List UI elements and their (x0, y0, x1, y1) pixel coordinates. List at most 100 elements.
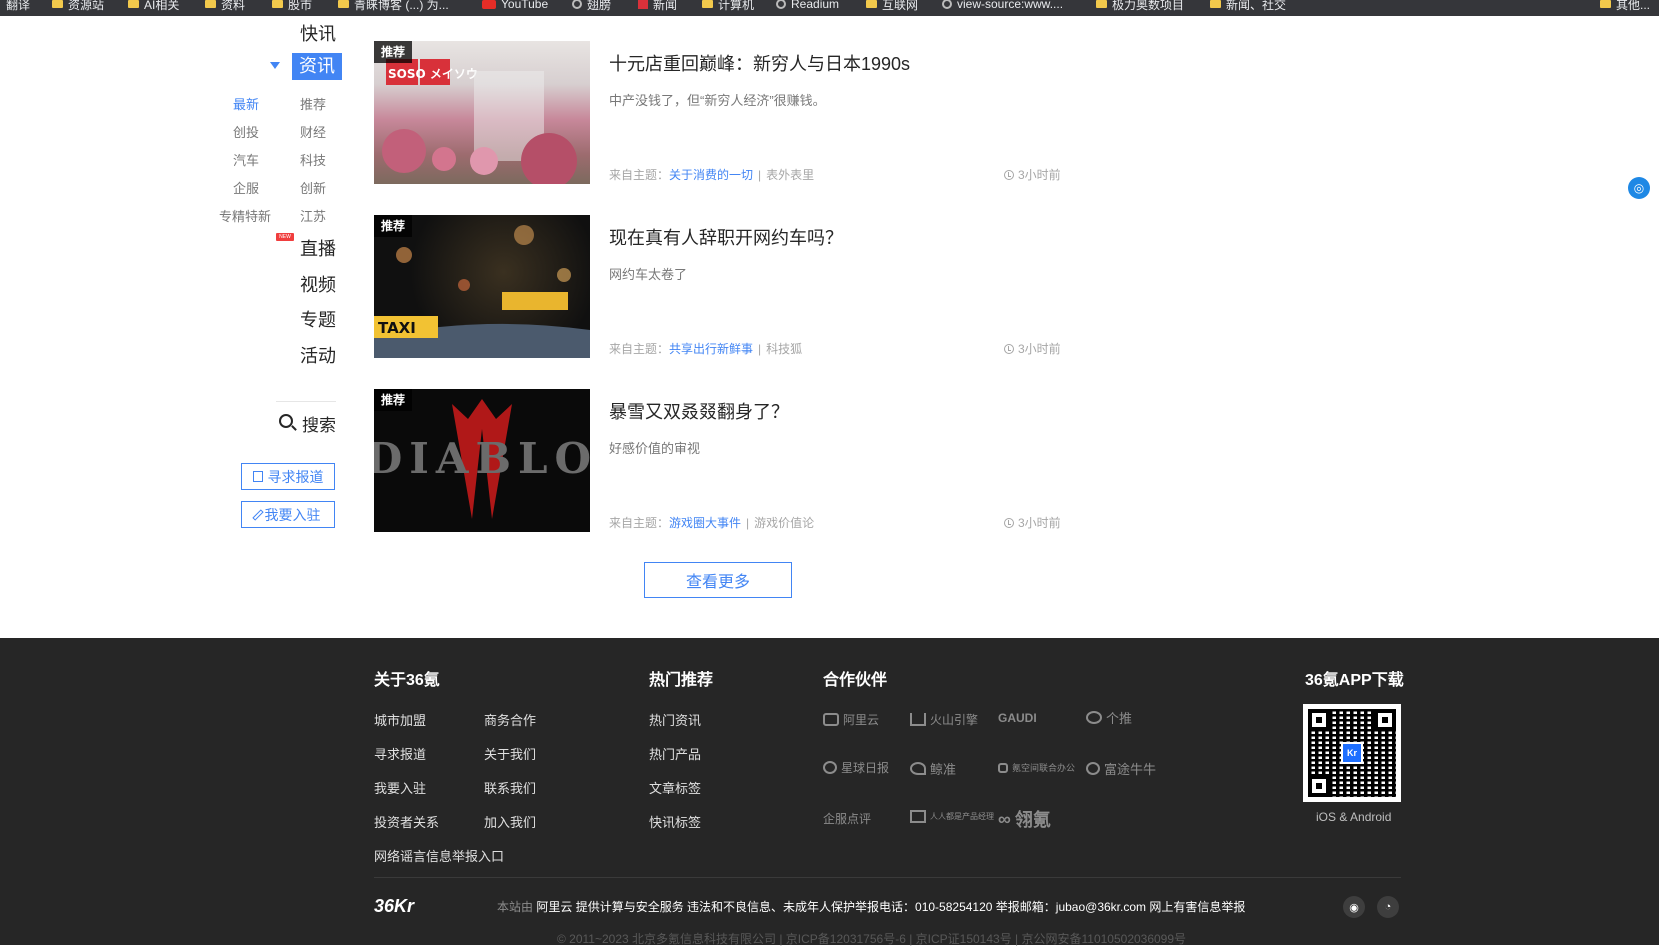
subnav-jiangsu[interactable]: 江苏 (300, 206, 326, 225)
bookmark-item[interactable]: 翅膀 (572, 0, 611, 12)
bookmark-item[interactable]: Readium (776, 0, 839, 12)
load-more-button[interactable]: 查看更多 (644, 562, 792, 598)
bookmark-label: AI相关 (144, 0, 180, 12)
partner-name: GAUDI (998, 711, 1037, 725)
partner-logo[interactable]: 火山引擎 (910, 711, 978, 728)
subnav-chuangtou[interactable]: 创投 (233, 122, 259, 141)
bookmark-label: 翅膀 (587, 0, 612, 12)
bookmark-item[interactable]: 股市 (272, 0, 312, 12)
site-icon (776, 0, 786, 9)
bookmark-label: 股市 (288, 0, 313, 12)
article-title[interactable]: 现在真有人辞职开网约车吗？ (609, 224, 843, 250)
search-link[interactable]: 搜索 (302, 411, 336, 436)
topic-link[interactable]: 关于消费的一切 (669, 168, 753, 182)
bookmark-item[interactable]: 青睐博客 (...) 为... (338, 0, 449, 12)
bookmark-label: 极力奥数项目 (1112, 0, 1185, 12)
partner-logo[interactable]: GAUDI (998, 711, 1037, 725)
partner-logo[interactable]: 鲸准 (910, 759, 956, 778)
app-qrcode: Kr (1303, 704, 1401, 802)
article-title[interactable]: 暴雪又双叒叕翻身了？ (609, 398, 789, 424)
bookmark-item[interactable]: 极力奥数项目 (1096, 0, 1184, 12)
partner-logo[interactable]: 氪空间联合办公 (998, 761, 1075, 774)
bookmark-item[interactable]: view-source:www.... (942, 0, 1063, 12)
partner-logo[interactable]: 人人都是产品经理 (910, 810, 994, 823)
subnav-finance[interactable]: 财经 (300, 122, 326, 141)
bookmark-item[interactable]: 新闻、社交 (1210, 0, 1286, 12)
footer-link[interactable]: 快讯标签 (649, 812, 701, 831)
footer-link[interactable]: 我要入驻 (374, 778, 426, 797)
app-platforms: iOS & Android (1316, 810, 1392, 824)
bookmark-item[interactable]: 其他... (1600, 0, 1650, 12)
author-link[interactable]: 科技狐 (766, 342, 802, 356)
partner-logo[interactable]: 企服点评 (823, 810, 871, 827)
article-title[interactable]: 十元店重回巅峰：新穷人与日本1990s (609, 50, 910, 76)
article-thumbnail[interactable]: SOSO メイソウ 推荐 (374, 41, 590, 184)
bookmark-item[interactable]: 资源站 (52, 0, 104, 12)
assistant-icon[interactable]: ◎ (1628, 177, 1650, 199)
join-label: 我要入驻 (264, 506, 321, 523)
seek-coverage-button[interactable]: 寻求报道 (241, 463, 335, 490)
bookmark-item[interactable]: 互联网 (866, 0, 918, 12)
subnav-recommend[interactable]: 推荐 (300, 94, 326, 113)
partner-logo[interactable]: ∞ 翎氪 (998, 806, 1051, 832)
subnav-innovation[interactable]: 创新 (300, 178, 326, 197)
subnav-auto[interactable]: 汽车 (233, 150, 259, 169)
futu-icon (1086, 762, 1100, 775)
footer-link[interactable]: 热门资讯 (649, 710, 701, 729)
bookmark-item[interactable]: 资料 (205, 0, 245, 12)
author-link[interactable]: 游戏价值论 (754, 516, 814, 530)
author-link[interactable]: 表外表里 (766, 168, 814, 182)
bookmark-item[interactable]: 翻译 (6, 0, 30, 12)
footer-link[interactable]: 联系我们 (484, 778, 536, 797)
partner-name: 氪空间联合办公 (1012, 763, 1076, 773)
nav-item-video[interactable]: 视频 (300, 271, 336, 297)
topic-link[interactable]: 游戏圈大事件 (669, 516, 741, 530)
notice-text[interactable]: 阿里云 提供计算与安全服务 违法和不良信息、未成年人保护举报电话：010-582… (536, 900, 1245, 914)
rss-icon[interactable]: ◔ (1377, 896, 1399, 918)
footer-link[interactable]: 投资者关系 (374, 812, 439, 831)
nav-item-topics[interactable]: 专题 (300, 306, 336, 332)
bookmark-item[interactable]: 计算机 (702, 0, 754, 12)
footer-link[interactable]: 商务合作 (484, 710, 536, 729)
clock-icon (1004, 343, 1014, 354)
article-thumbnail[interactable]: DIABLO 推荐 (374, 389, 590, 532)
from-label: 来自主题： (609, 342, 670, 356)
bookmarks-bar: 翻译 资源站 AI相关 资料 股市 青睐博客 (...) 为... YouTub… (0, 0, 1659, 16)
bookmark-label: 青睐博客 (...) 为... (354, 0, 449, 12)
article-thumbnail[interactable]: TAXI 推荐 (374, 215, 590, 358)
bookmark-item[interactable]: AI相关 (128, 0, 179, 12)
join-button[interactable]: 我要入驻 (241, 501, 335, 528)
footer-link[interactable]: 寻求报道 (374, 744, 426, 763)
bookmark-item[interactable]: 新闻 (638, 0, 677, 12)
weibo-icon[interactable]: ◉ (1343, 896, 1365, 918)
footer-link[interactable]: 城市加盟 (374, 710, 426, 729)
bookmark-label: 互联网 (882, 0, 919, 12)
nav-item-kuaixun[interactable]: 快讯 (300, 20, 336, 46)
site-icon (572, 0, 582, 9)
nav-item-events[interactable]: 活动 (300, 342, 336, 368)
partner-logo[interactable]: 富途牛牛 (1086, 759, 1156, 778)
partner-logo[interactable]: 阿里云 (823, 711, 879, 728)
search-icon[interactable] (279, 414, 293, 428)
folder-icon (205, 0, 216, 8)
partner-logo[interactable]: 个推 (1086, 708, 1132, 727)
bookmark-label: 翻译 (6, 0, 31, 12)
footer-link[interactable]: 文章标签 (649, 778, 701, 797)
footer-link[interactable]: 加入我们 (484, 812, 536, 831)
subnav-enterprise[interactable]: 企服 (233, 178, 259, 197)
nav-item-zixun-active[interactable]: 资讯 (292, 53, 342, 80)
footer-link[interactable]: 热门产品 (649, 744, 701, 763)
footer-link[interactable]: 网络谣言信息举报入口 (374, 846, 504, 865)
partner-logo[interactable]: 星球日报 (823, 759, 889, 776)
footer-link[interactable]: 关于我们 (484, 744, 536, 763)
subnav-specialized[interactable]: 专精特新 (219, 206, 271, 225)
topic-link[interactable]: 共享出行新鲜事 (669, 342, 753, 356)
planet-icon (823, 761, 837, 774)
footer-logo[interactable]: 36Kr (374, 896, 414, 917)
subnav-tech[interactable]: 科技 (300, 150, 326, 169)
store-sign-text: SOSO メイソウ (388, 67, 478, 81)
bookmark-item[interactable]: YouTube (482, 0, 548, 12)
subnav-latest[interactable]: 最新 (233, 94, 259, 113)
nav-item-live[interactable]: 直播 (300, 235, 336, 261)
folder-icon (1210, 0, 1221, 8)
